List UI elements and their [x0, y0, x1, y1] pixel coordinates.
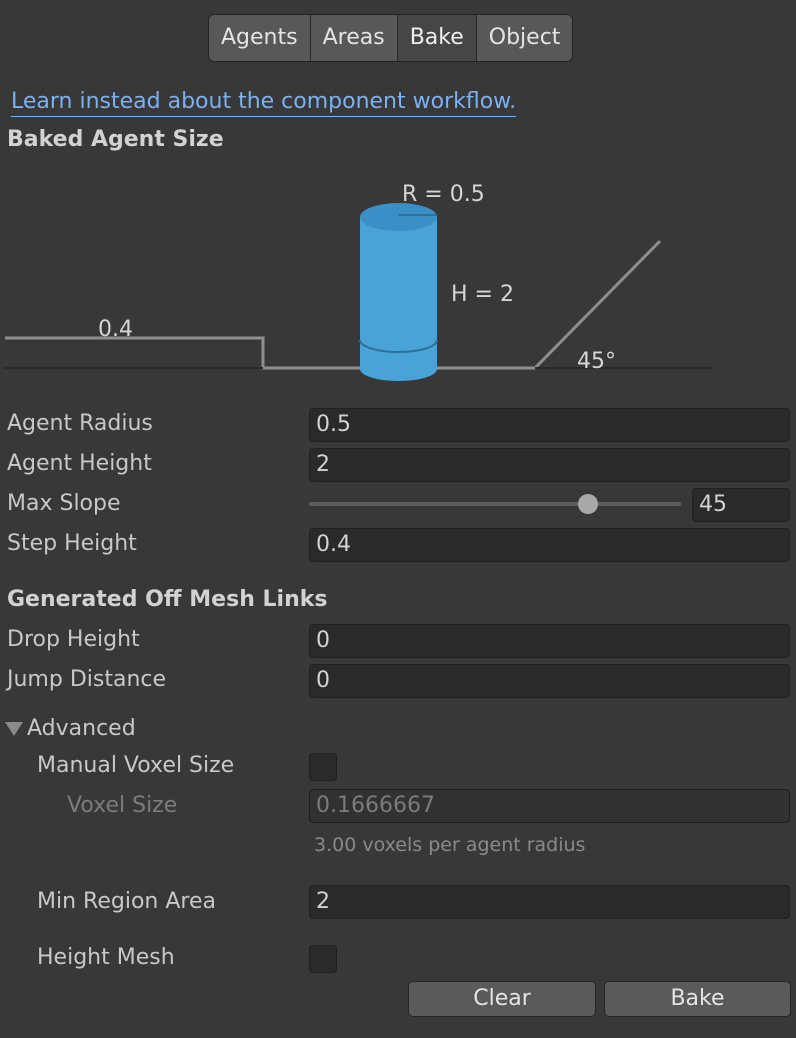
- manual-voxel-size-label: Manual Voxel Size: [37, 753, 235, 778]
- drop-height-field[interactable]: 0: [309, 624, 790, 658]
- tab-agents[interactable]: Agents: [209, 15, 311, 61]
- agent-size-diagram: R = 0.5 H = 2 0.4 45°: [5, 182, 713, 381]
- height-mesh-checkbox[interactable]: [309, 945, 337, 973]
- baked-agent-size-header: Baked Agent Size: [7, 127, 224, 152]
- step-height-field[interactable]: 0.4: [309, 528, 790, 562]
- voxel-size-field: 0.1666667: [309, 789, 790, 823]
- clear-button[interactable]: Clear: [408, 981, 596, 1017]
- agent-height-field[interactable]: 2: [309, 448, 790, 482]
- slope-label: 45°: [577, 349, 616, 374]
- height-mesh-label: Height Mesh: [37, 945, 175, 970]
- drop-height-label: Drop Height: [7, 627, 140, 652]
- min-region-area-label: Min Region Area: [37, 889, 216, 914]
- bake-button[interactable]: Bake: [604, 981, 791, 1017]
- advanced-foldout-label[interactable]: Advanced: [27, 716, 136, 741]
- agent-height-label: Agent Height: [7, 451, 152, 476]
- agent-radius-label: Agent Radius: [7, 411, 153, 436]
- agent-radius-field[interactable]: 0.5: [309, 408, 790, 442]
- step-slope-outline: [5, 239, 662, 370]
- component-workflow-link[interactable]: Learn instead about the component workfl…: [11, 88, 517, 117]
- max-slope-label: Max Slope: [7, 491, 121, 516]
- max-slope-slider-track[interactable]: [309, 502, 681, 506]
- tab-bake[interactable]: Bake: [397, 15, 477, 61]
- tab-areas[interactable]: Areas: [310, 15, 398, 61]
- voxel-size-label: Voxel Size: [67, 793, 178, 818]
- min-region-area-field[interactable]: 2: [309, 885, 790, 919]
- radius-label: R = 0.5: [402, 182, 485, 207]
- off-mesh-links-header: Generated Off Mesh Links: [7, 587, 328, 612]
- agent-cylinder: [359, 203, 438, 381]
- voxel-hint-text: 3.00 voxels per agent radius: [314, 834, 586, 856]
- max-slope-field[interactable]: 45: [692, 488, 790, 522]
- manual-voxel-size-checkbox[interactable]: [309, 753, 337, 781]
- step-label: 0.4: [98, 317, 133, 342]
- jump-distance-field[interactable]: 0: [309, 664, 790, 698]
- advanced-foldout-arrow-icon[interactable]: [5, 722, 23, 736]
- height-label: H = 2: [451, 282, 514, 307]
- jump-distance-label: Jump Distance: [7, 667, 167, 692]
- step-height-label: Step Height: [7, 531, 137, 556]
- tab-object[interactable]: Object: [476, 15, 573, 61]
- tab-bar: Agents Areas Bake Object: [208, 14, 574, 62]
- max-slope-slider-thumb[interactable]: [578, 494, 598, 514]
